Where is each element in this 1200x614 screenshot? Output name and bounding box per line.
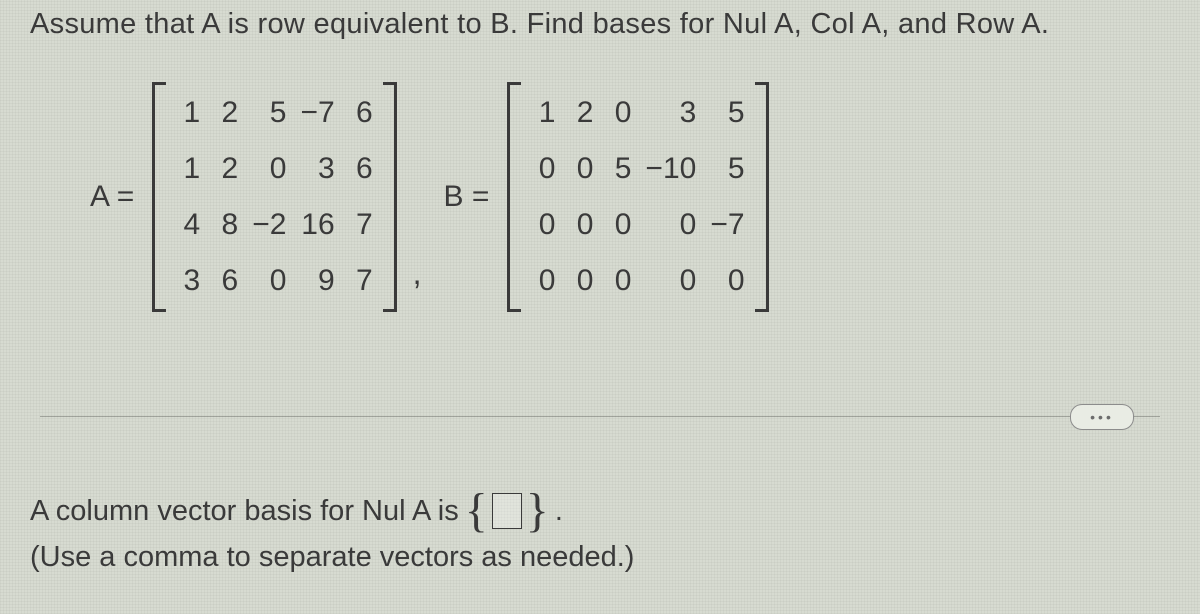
matrix-cell: −7	[710, 208, 744, 242]
answer-prompt-line: A column vector basis for Nul A is { } .	[30, 488, 634, 534]
matrix-a: 125−761203648−216736097	[152, 82, 396, 312]
answer-prompt: A column vector basis for Nul A is	[30, 488, 459, 534]
matrix-separator: ,	[413, 255, 422, 312]
matrix-cell: 0	[607, 264, 631, 298]
matrix-cell: 3	[645, 96, 696, 130]
answer-block: A column vector basis for Nul A is { } .…	[30, 488, 634, 581]
matrix-cell: 16	[300, 208, 334, 242]
answer-period: .	[555, 488, 563, 534]
matrix-cell: 1	[176, 96, 200, 130]
matrix-cell: 0	[607, 208, 631, 242]
answer-hint: (Use a comma to separate vectors as need…	[30, 534, 634, 580]
answer-entry: { }	[465, 493, 549, 529]
matrix-cell: 0	[645, 208, 696, 242]
matrix-cell: 1	[531, 96, 555, 130]
matrix-cell: 4	[176, 208, 200, 242]
matrix-cell: 6	[214, 264, 238, 298]
question-text: Assume that A is row equivalent to B. Fi…	[30, 8, 1049, 41]
matrix-cell: −7	[300, 96, 334, 130]
matrix-cell: 3	[176, 264, 200, 298]
matrix-cell: 0	[531, 208, 555, 242]
matrix-cell: 2	[214, 96, 238, 130]
matrix-cell: 0	[607, 96, 631, 130]
matrix-cell: 2	[569, 96, 593, 130]
bracket-right-icon	[755, 82, 769, 312]
matrix-a-label: A =	[90, 180, 134, 214]
answer-input[interactable]	[492, 493, 522, 529]
matrix-cell: 0	[252, 264, 286, 298]
matrix-b: 12035005−1050000−700000	[507, 82, 768, 312]
section-divider	[40, 416, 1160, 417]
matrix-b-label: B =	[444, 180, 490, 214]
matrix-container: A = 125−761203648−216736097 , B = 120350…	[90, 82, 769, 312]
more-options-button[interactable]: •••	[1070, 404, 1134, 430]
matrix-b-grid: 12035005−1050000−700000	[521, 82, 754, 312]
matrix-cell: 5	[710, 96, 744, 130]
matrix-cell: 7	[349, 208, 373, 242]
matrix-cell: 0	[710, 264, 744, 298]
matrix-cell: 0	[645, 264, 696, 298]
matrix-cell: 5	[710, 152, 744, 186]
matrix-cell: −2	[252, 208, 286, 242]
matrix-cell: 8	[214, 208, 238, 242]
matrix-cell: 0	[252, 152, 286, 186]
brace-close-icon: }	[526, 497, 549, 526]
matrix-cell: 0	[569, 264, 593, 298]
bracket-right-icon	[383, 82, 397, 312]
brace-open-icon: {	[465, 497, 488, 526]
matrix-cell: 6	[349, 152, 373, 186]
matrix-cell: 1	[176, 152, 200, 186]
matrix-cell: 0	[569, 152, 593, 186]
matrix-a-grid: 125−761203648−216736097	[166, 82, 382, 312]
matrix-cell: 2	[214, 152, 238, 186]
matrix-cell: 5	[252, 96, 286, 130]
bracket-left-icon	[152, 82, 166, 312]
matrix-cell: −10	[645, 152, 696, 186]
matrix-cell: 3	[300, 152, 334, 186]
matrix-cell: 0	[531, 264, 555, 298]
matrix-cell: 6	[349, 96, 373, 130]
matrix-cell: 9	[300, 264, 334, 298]
matrix-cell: 0	[569, 208, 593, 242]
matrix-cell: 0	[531, 152, 555, 186]
matrix-cell: 5	[607, 152, 631, 186]
bracket-left-icon	[507, 82, 521, 312]
matrix-cell: 7	[349, 264, 373, 298]
